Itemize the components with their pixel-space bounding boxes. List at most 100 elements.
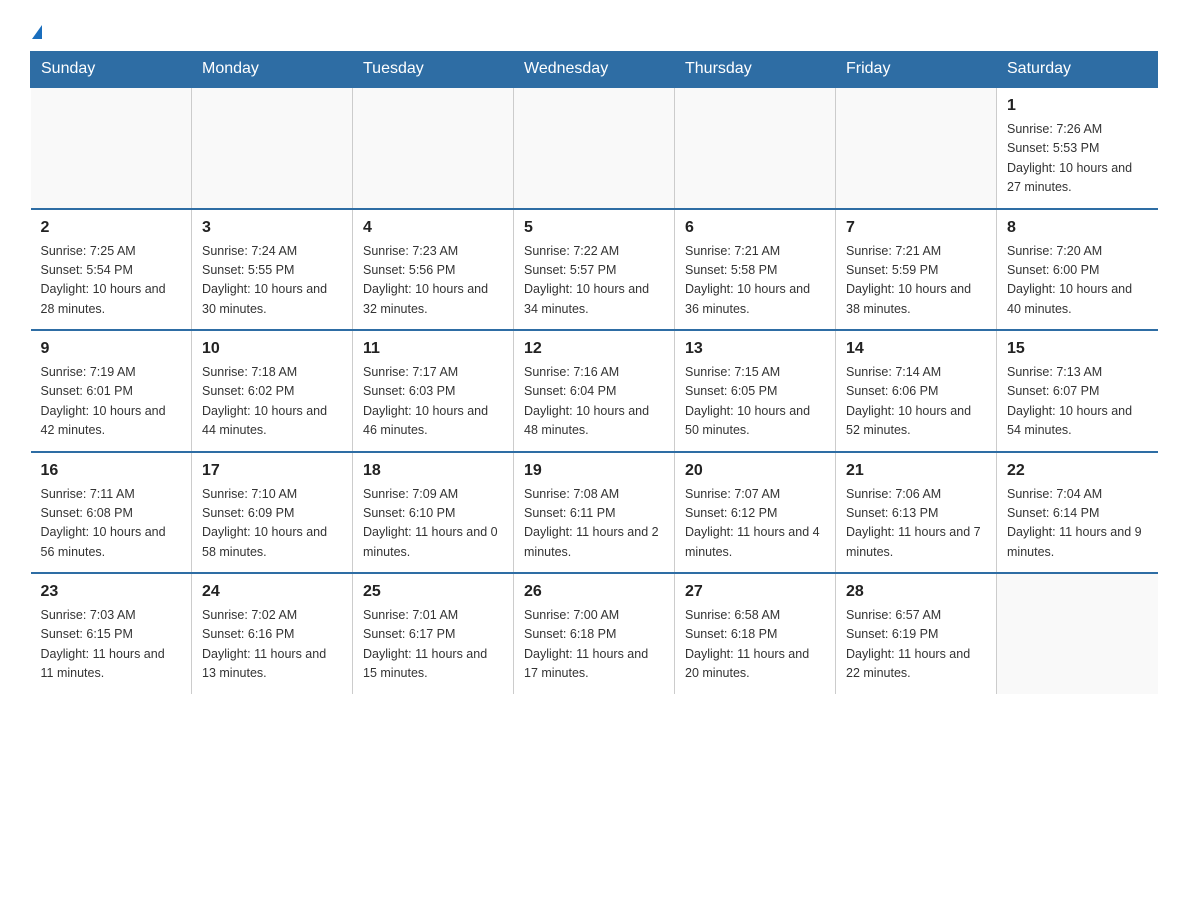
column-header-tuesday: Tuesday xyxy=(353,52,514,88)
calendar-cell: 28Sunrise: 6:57 AM Sunset: 6:19 PM Dayli… xyxy=(836,573,997,694)
day-info: Sunrise: 7:19 AM Sunset: 6:01 PM Dayligh… xyxy=(41,363,182,441)
column-header-monday: Monday xyxy=(192,52,353,88)
calendar-cell xyxy=(192,87,353,209)
day-number: 3 xyxy=(202,216,342,240)
day-number: 13 xyxy=(685,337,825,361)
day-number: 9 xyxy=(41,337,182,361)
calendar-cell: 26Sunrise: 7:00 AM Sunset: 6:18 PM Dayli… xyxy=(514,573,675,694)
calendar-cell: 27Sunrise: 6:58 AM Sunset: 6:18 PM Dayli… xyxy=(675,573,836,694)
day-info: Sunrise: 7:25 AM Sunset: 5:54 PM Dayligh… xyxy=(41,242,182,320)
day-number: 4 xyxy=(363,216,503,240)
calendar-cell: 21Sunrise: 7:06 AM Sunset: 6:13 PM Dayli… xyxy=(836,452,997,574)
day-info: Sunrise: 7:20 AM Sunset: 6:00 PM Dayligh… xyxy=(1007,242,1148,320)
day-number: 21 xyxy=(846,459,986,483)
day-number: 12 xyxy=(524,337,664,361)
day-info: Sunrise: 7:02 AM Sunset: 6:16 PM Dayligh… xyxy=(202,606,342,684)
day-number: 26 xyxy=(524,580,664,604)
day-number: 18 xyxy=(363,459,503,483)
day-info: Sunrise: 7:15 AM Sunset: 6:05 PM Dayligh… xyxy=(685,363,825,441)
calendar-cell: 18Sunrise: 7:09 AM Sunset: 6:10 PM Dayli… xyxy=(353,452,514,574)
calendar-cell: 1Sunrise: 7:26 AM Sunset: 5:53 PM Daylig… xyxy=(997,87,1158,209)
day-info: Sunrise: 7:11 AM Sunset: 6:08 PM Dayligh… xyxy=(41,485,182,563)
column-header-wednesday: Wednesday xyxy=(514,52,675,88)
day-info: Sunrise: 7:18 AM Sunset: 6:02 PM Dayligh… xyxy=(202,363,342,441)
day-info: Sunrise: 7:17 AM Sunset: 6:03 PM Dayligh… xyxy=(363,363,503,441)
day-info: Sunrise: 6:58 AM Sunset: 6:18 PM Dayligh… xyxy=(685,606,825,684)
calendar-cell: 7Sunrise: 7:21 AM Sunset: 5:59 PM Daylig… xyxy=(836,209,997,331)
calendar-cell: 16Sunrise: 7:11 AM Sunset: 6:08 PM Dayli… xyxy=(31,452,192,574)
calendar-week-row: 16Sunrise: 7:11 AM Sunset: 6:08 PM Dayli… xyxy=(31,452,1158,574)
day-info: Sunrise: 7:06 AM Sunset: 6:13 PM Dayligh… xyxy=(846,485,986,563)
calendar-cell: 11Sunrise: 7:17 AM Sunset: 6:03 PM Dayli… xyxy=(353,330,514,452)
calendar-cell xyxy=(31,87,192,209)
calendar-cell: 23Sunrise: 7:03 AM Sunset: 6:15 PM Dayli… xyxy=(31,573,192,694)
day-info: Sunrise: 7:14 AM Sunset: 6:06 PM Dayligh… xyxy=(846,363,986,441)
calendar-cell: 20Sunrise: 7:07 AM Sunset: 6:12 PM Dayli… xyxy=(675,452,836,574)
calendar-cell xyxy=(836,87,997,209)
calendar-week-row: 2Sunrise: 7:25 AM Sunset: 5:54 PM Daylig… xyxy=(31,209,1158,331)
calendar-cell: 14Sunrise: 7:14 AM Sunset: 6:06 PM Dayli… xyxy=(836,330,997,452)
logo xyxy=(30,20,42,41)
calendar-cell: 2Sunrise: 7:25 AM Sunset: 5:54 PM Daylig… xyxy=(31,209,192,331)
calendar-cell: 4Sunrise: 7:23 AM Sunset: 5:56 PM Daylig… xyxy=(353,209,514,331)
day-number: 2 xyxy=(41,216,182,240)
calendar-week-row: 1Sunrise: 7:26 AM Sunset: 5:53 PM Daylig… xyxy=(31,87,1158,209)
day-number: 27 xyxy=(685,580,825,604)
day-number: 24 xyxy=(202,580,342,604)
page-header xyxy=(30,20,1158,41)
logo-triangle-icon xyxy=(32,25,42,39)
day-info: Sunrise: 7:23 AM Sunset: 5:56 PM Dayligh… xyxy=(363,242,503,320)
calendar-cell xyxy=(353,87,514,209)
calendar-cell: 6Sunrise: 7:21 AM Sunset: 5:58 PM Daylig… xyxy=(675,209,836,331)
day-number: 5 xyxy=(524,216,664,240)
calendar-cell: 3Sunrise: 7:24 AM Sunset: 5:55 PM Daylig… xyxy=(192,209,353,331)
day-info: Sunrise: 7:13 AM Sunset: 6:07 PM Dayligh… xyxy=(1007,363,1148,441)
day-number: 7 xyxy=(846,216,986,240)
calendar-cell: 19Sunrise: 7:08 AM Sunset: 6:11 PM Dayli… xyxy=(514,452,675,574)
day-number: 10 xyxy=(202,337,342,361)
calendar-cell: 8Sunrise: 7:20 AM Sunset: 6:00 PM Daylig… xyxy=(997,209,1158,331)
calendar-cell: 10Sunrise: 7:18 AM Sunset: 6:02 PM Dayli… xyxy=(192,330,353,452)
calendar-week-row: 9Sunrise: 7:19 AM Sunset: 6:01 PM Daylig… xyxy=(31,330,1158,452)
day-info: Sunrise: 7:21 AM Sunset: 5:59 PM Dayligh… xyxy=(846,242,986,320)
day-number: 11 xyxy=(363,337,503,361)
calendar-cell xyxy=(675,87,836,209)
day-number: 25 xyxy=(363,580,503,604)
day-info: Sunrise: 7:09 AM Sunset: 6:10 PM Dayligh… xyxy=(363,485,503,563)
calendar-cell xyxy=(514,87,675,209)
day-info: Sunrise: 7:03 AM Sunset: 6:15 PM Dayligh… xyxy=(41,606,182,684)
day-number: 22 xyxy=(1007,459,1148,483)
calendar-cell: 17Sunrise: 7:10 AM Sunset: 6:09 PM Dayli… xyxy=(192,452,353,574)
day-number: 16 xyxy=(41,459,182,483)
calendar-cell: 13Sunrise: 7:15 AM Sunset: 6:05 PM Dayli… xyxy=(675,330,836,452)
column-header-sunday: Sunday xyxy=(31,52,192,88)
day-info: Sunrise: 7:26 AM Sunset: 5:53 PM Dayligh… xyxy=(1007,120,1148,198)
calendar-cell: 12Sunrise: 7:16 AM Sunset: 6:04 PM Dayli… xyxy=(514,330,675,452)
day-info: Sunrise: 7:04 AM Sunset: 6:14 PM Dayligh… xyxy=(1007,485,1148,563)
day-number: 28 xyxy=(846,580,986,604)
day-number: 23 xyxy=(41,580,182,604)
calendar-cell: 5Sunrise: 7:22 AM Sunset: 5:57 PM Daylig… xyxy=(514,209,675,331)
day-info: Sunrise: 7:10 AM Sunset: 6:09 PM Dayligh… xyxy=(202,485,342,563)
day-info: Sunrise: 7:21 AM Sunset: 5:58 PM Dayligh… xyxy=(685,242,825,320)
day-info: Sunrise: 7:24 AM Sunset: 5:55 PM Dayligh… xyxy=(202,242,342,320)
day-info: Sunrise: 7:08 AM Sunset: 6:11 PM Dayligh… xyxy=(524,485,664,563)
day-number: 20 xyxy=(685,459,825,483)
calendar-cell xyxy=(997,573,1158,694)
column-header-thursday: Thursday xyxy=(675,52,836,88)
calendar-header-row: SundayMondayTuesdayWednesdayThursdayFrid… xyxy=(31,52,1158,88)
day-number: 6 xyxy=(685,216,825,240)
day-info: Sunrise: 7:01 AM Sunset: 6:17 PM Dayligh… xyxy=(363,606,503,684)
calendar-cell: 24Sunrise: 7:02 AM Sunset: 6:16 PM Dayli… xyxy=(192,573,353,694)
calendar-cell: 9Sunrise: 7:19 AM Sunset: 6:01 PM Daylig… xyxy=(31,330,192,452)
day-info: Sunrise: 6:57 AM Sunset: 6:19 PM Dayligh… xyxy=(846,606,986,684)
day-number: 19 xyxy=(524,459,664,483)
day-info: Sunrise: 7:07 AM Sunset: 6:12 PM Dayligh… xyxy=(685,485,825,563)
day-info: Sunrise: 7:16 AM Sunset: 6:04 PM Dayligh… xyxy=(524,363,664,441)
day-info: Sunrise: 7:22 AM Sunset: 5:57 PM Dayligh… xyxy=(524,242,664,320)
day-info: Sunrise: 7:00 AM Sunset: 6:18 PM Dayligh… xyxy=(524,606,664,684)
column-header-friday: Friday xyxy=(836,52,997,88)
calendar-table: SundayMondayTuesdayWednesdayThursdayFrid… xyxy=(30,51,1158,694)
day-number: 15 xyxy=(1007,337,1148,361)
calendar-cell: 15Sunrise: 7:13 AM Sunset: 6:07 PM Dayli… xyxy=(997,330,1158,452)
